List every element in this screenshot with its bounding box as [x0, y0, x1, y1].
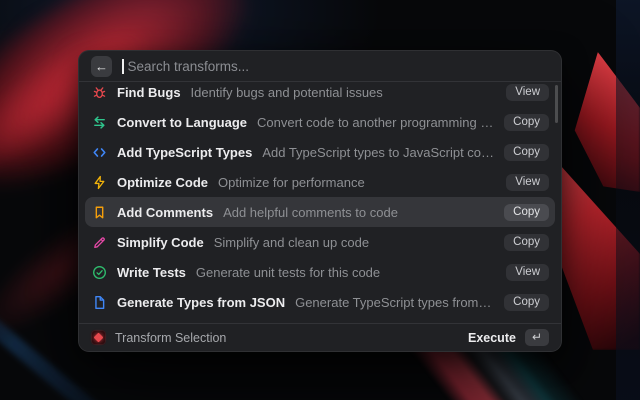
code-brackets-icon — [91, 144, 107, 160]
scrollbar-thumb[interactable] — [555, 85, 558, 123]
row-subtitle: Simplify and clean up code — [213, 234, 370, 250]
search-bar: ← — [79, 51, 561, 82]
row-action-button[interactable]: Copy — [504, 203, 549, 221]
search-input[interactable] — [127, 58, 549, 74]
row-subtitle: Add helpful comments to code — [223, 204, 398, 220]
pen-icon — [91, 234, 107, 250]
list-item[interactable]: Write Tests Generate unit tests for this… — [79, 257, 561, 287]
row-action-button[interactable]: Copy — [504, 293, 549, 311]
back-button[interactable]: ← — [91, 55, 112, 77]
list-item[interactable]: Optimize Code Optimize for performance V… — [79, 167, 561, 197]
row-subtitle: Identify bugs and potential issues — [190, 84, 383, 100]
return-key-badge[interactable]: ↵ — [524, 329, 549, 346]
transform-list: Find Bugs Identify bugs and potential is… — [79, 82, 561, 323]
row-title: Generate Types from JSON — [117, 294, 286, 310]
command-palette: ← Find Bugs Identify bugs and potential … — [78, 50, 562, 352]
list-item[interactable]: Add TypeScript Types Add TypeScript type… — [79, 137, 561, 167]
row-action-button[interactable]: Copy — [504, 233, 549, 251]
list-item[interactable]: Simplify Code Simplify and clean up code… — [79, 227, 561, 257]
swap-arrows-icon — [91, 114, 107, 130]
row-subtitle: Add TypeScript types to JavaScript code — [262, 144, 495, 160]
row-title: Convert to Language — [117, 114, 248, 130]
row-subtitle: Convert code to another programming lang… — [257, 114, 494, 130]
list-item[interactable]: Generate Types from JSON Generate TypeSc… — [79, 287, 561, 317]
row-action-button[interactable]: View — [506, 173, 549, 191]
row-title: Add TypeScript Types — [117, 144, 253, 160]
text-cursor — [122, 58, 124, 74]
check-circle-icon — [91, 264, 107, 280]
row-action-button[interactable]: Copy — [504, 113, 549, 131]
transform-list-items: Find Bugs Identify bugs and potential is… — [79, 82, 561, 317]
transform-app-icon — [91, 330, 106, 345]
row-title: Find Bugs — [117, 84, 181, 100]
row-action-button[interactable]: View — [506, 263, 549, 281]
execute-label: Execute — [467, 330, 516, 345]
row-title: Add Comments — [117, 204, 214, 220]
lightning-icon — [91, 174, 107, 190]
row-subtitle: Optimize for performance — [218, 174, 365, 190]
row-action-button[interactable]: Copy — [504, 143, 549, 161]
row-title: Optimize Code — [117, 174, 209, 190]
footer-action-label: Transform Selection — [115, 330, 227, 345]
list-item[interactable]: Find Bugs Identify bugs and potential is… — [79, 82, 561, 107]
row-subtitle: Generate TypeScript types from JSON data — [295, 294, 494, 310]
row-subtitle: Generate unit tests for this code — [195, 264, 381, 280]
bug-icon — [91, 84, 107, 100]
wallpaper-navy-edge — [616, 0, 640, 400]
list-item[interactable]: Convert to Language Convert code to anot… — [79, 107, 561, 137]
bookmark-icon — [91, 204, 107, 220]
file-icon — [91, 294, 107, 310]
row-action-button[interactable]: View — [506, 83, 549, 101]
list-item[interactable]: Add Comments Add helpful comments to cod… — [85, 197, 555, 227]
row-title: Simplify Code — [117, 234, 204, 250]
palette-footer: Transform Selection Execute ↵ — [79, 323, 561, 351]
diamond-glyph — [93, 332, 104, 343]
row-title: Write Tests — [117, 264, 186, 280]
